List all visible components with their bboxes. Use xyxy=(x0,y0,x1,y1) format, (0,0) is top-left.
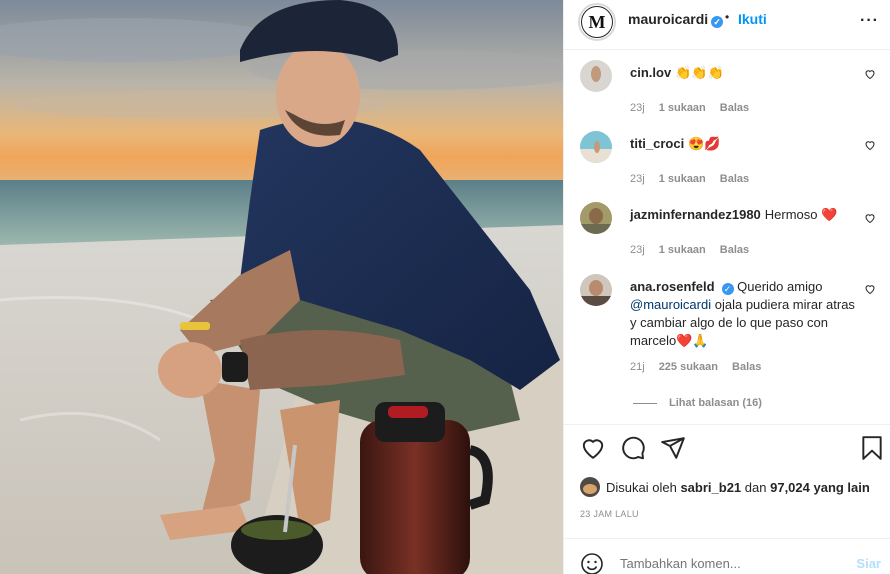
comment-body: Hermoso ❤️ xyxy=(764,207,838,222)
comment-meta: 23j 1 sukaan Balas xyxy=(630,102,749,114)
comment-likes[interactable]: 1 sukaan xyxy=(659,244,706,256)
post-header: M mauroicardi ✓ • Ikuti ··· xyxy=(564,0,890,50)
post-comment-button[interactable]: Siar xyxy=(856,556,881,571)
liker-username[interactable]: sabri_b21 xyxy=(680,480,741,495)
author-avatar-logo: M xyxy=(581,6,613,38)
commenter-avatar[interactable] xyxy=(580,131,612,163)
comment-reply-button[interactable]: Balas xyxy=(720,244,749,256)
photo-image xyxy=(0,0,563,574)
comment-reply-button[interactable]: Balas xyxy=(720,102,749,114)
view-replies-button[interactable]: Lihat balasan (16) xyxy=(633,397,762,409)
likes-mid: dan xyxy=(744,479,767,495)
comment-likes[interactable]: 1 sukaan xyxy=(659,102,706,114)
verified-icon: ✓ xyxy=(711,16,724,28)
comment-reply-button[interactable]: Balas xyxy=(720,173,749,185)
commenter-avatar[interactable] xyxy=(580,202,612,234)
smile-icon[interactable] xyxy=(580,552,604,574)
comment-likes[interactable]: 1 sukaan xyxy=(659,173,706,185)
comment-time[interactable]: 21j xyxy=(630,361,645,373)
commenter-avatar[interactable] xyxy=(580,60,612,92)
replies-line xyxy=(633,402,657,404)
post-sidebar: M mauroicardi ✓ • Ikuti ··· cin.lov 👏👏👏 23… xyxy=(563,0,890,574)
bookmark-icon[interactable] xyxy=(859,435,885,461)
more-icon[interactable]: ··· xyxy=(860,12,879,30)
comment-text: titi_croci 😍💋 xyxy=(630,135,860,153)
comment-body: 👏👏👏 xyxy=(675,65,724,80)
comment-username[interactable]: titi_croci xyxy=(630,136,684,151)
share-icon[interactable] xyxy=(660,435,686,461)
comment-time[interactable]: 23j xyxy=(630,244,645,256)
post-timestamp[interactable]: 23 JAM LALU xyxy=(580,509,639,519)
action-bar xyxy=(564,424,890,472)
verified-icon: ✓ xyxy=(721,283,734,295)
author-username[interactable]: mauroicardi ✓ xyxy=(628,11,724,28)
heart-icon[interactable] xyxy=(864,139,876,151)
header-separator: • xyxy=(725,10,730,24)
heart-icon[interactable] xyxy=(864,68,876,80)
heart-icon[interactable] xyxy=(580,435,606,461)
post-modal: M mauroicardi ✓ • Ikuti ··· cin.lov 👏👏👏 23… xyxy=(0,0,890,574)
post-photo[interactable] xyxy=(0,0,563,574)
comment-text: cin.lov 👏👏👏 xyxy=(630,64,860,82)
comment-username[interactable]: ana.rosenfeld xyxy=(630,279,715,294)
likes-prefix: Disukai oleh xyxy=(606,479,677,495)
heart-icon[interactable] xyxy=(864,212,876,224)
likes-summary: Disukai oleh sabri_b21 dan 97,024 yang l… xyxy=(580,477,870,497)
comment-username[interactable]: jazminfernandez1980 xyxy=(630,207,761,222)
comment-text: jazminfernandez1980 Hermoso ❤️ xyxy=(630,206,860,224)
comment-meta: 21j 225 sukaan Balas xyxy=(630,361,761,373)
comment-likes[interactable]: 225 sukaan xyxy=(659,361,718,373)
comment-text: ana.rosenfeld ✓ Querido amigo @mauroicard… xyxy=(630,278,860,350)
comment-time[interactable]: 23j xyxy=(630,173,645,185)
likes-count[interactable]: 97,024 yang lain xyxy=(770,480,870,495)
comment-body-start: Querido amigo xyxy=(737,279,823,294)
liker-avatar[interactable] xyxy=(580,477,600,497)
comment-time[interactable]: 23j xyxy=(630,102,645,114)
comment-icon[interactable] xyxy=(620,435,646,461)
heart-icon[interactable] xyxy=(864,283,876,295)
comments-list[interactable]: cin.lov 👏👏👏 23j 1 sukaan Balas titi_croci… xyxy=(564,51,890,421)
comment-reply-button[interactable]: Balas xyxy=(732,361,761,373)
view-replies-label: Lihat balasan (16) xyxy=(669,397,762,409)
comment-meta: 23j 1 sukaan Balas xyxy=(630,244,749,256)
add-comment-bar: Siar xyxy=(564,538,890,574)
comment-input[interactable] xyxy=(620,556,820,571)
comment-body: 😍💋 xyxy=(688,136,721,151)
comment-mention-link[interactable]: @mauroicardi xyxy=(630,297,711,312)
comment-username[interactable]: cin.lov xyxy=(630,65,671,80)
author-avatar[interactable]: M xyxy=(578,3,616,41)
comment-meta: 23j 1 sukaan Balas xyxy=(630,173,749,185)
follow-button[interactable]: Ikuti xyxy=(738,11,767,27)
commenter-avatar[interactable] xyxy=(580,274,612,306)
author-username-label: mauroicardi xyxy=(628,11,709,27)
